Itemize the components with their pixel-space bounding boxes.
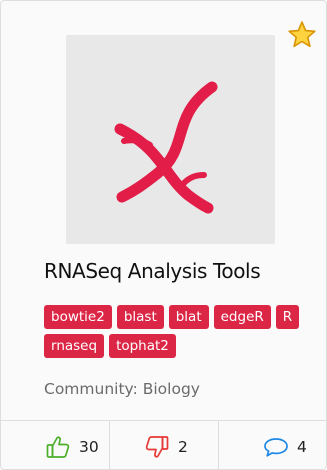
comment-count: 4 (297, 438, 307, 456)
footer-divider (218, 421, 219, 469)
like-count: 30 (79, 438, 99, 456)
tool-thumbnail[interactable] (66, 35, 275, 244)
tag-rnaseq[interactable]: rnaseq (44, 334, 105, 358)
community-label[interactable]: Community: Biology (44, 380, 200, 398)
dna-helix-icon (114, 81, 218, 214)
tool-title[interactable]: RNASeq Analysis Tools (44, 259, 261, 283)
comment-button[interactable]: 4 (263, 434, 307, 460)
thumbs-up-icon (46, 436, 70, 458)
tag-blat[interactable]: blat (168, 305, 209, 329)
dislike-count: 2 (178, 438, 188, 456)
favorite-star-icon[interactable] (286, 19, 318, 51)
tag-r[interactable]: R (275, 305, 300, 329)
tag-blast[interactable]: blast (116, 305, 164, 329)
footer-divider (109, 421, 110, 469)
dislike-button[interactable]: 2 (144, 434, 188, 460)
tag-bowtie2[interactable]: bowtie2 (44, 305, 112, 329)
tag-edger[interactable]: edgeR (213, 305, 271, 329)
tag-list: bowtie2 blast blat edgeR R rnaseq tophat… (44, 305, 312, 358)
like-button[interactable]: 30 (45, 434, 99, 460)
thumbs-down-icon (145, 436, 169, 458)
tag-tophat2[interactable]: tophat2 (109, 334, 176, 358)
speech-bubble-icon (264, 438, 288, 457)
card-footer: 30 2 4 (1, 420, 326, 469)
tool-card: RNASeq Analysis Tools bowtie2 blast blat… (0, 0, 327, 470)
